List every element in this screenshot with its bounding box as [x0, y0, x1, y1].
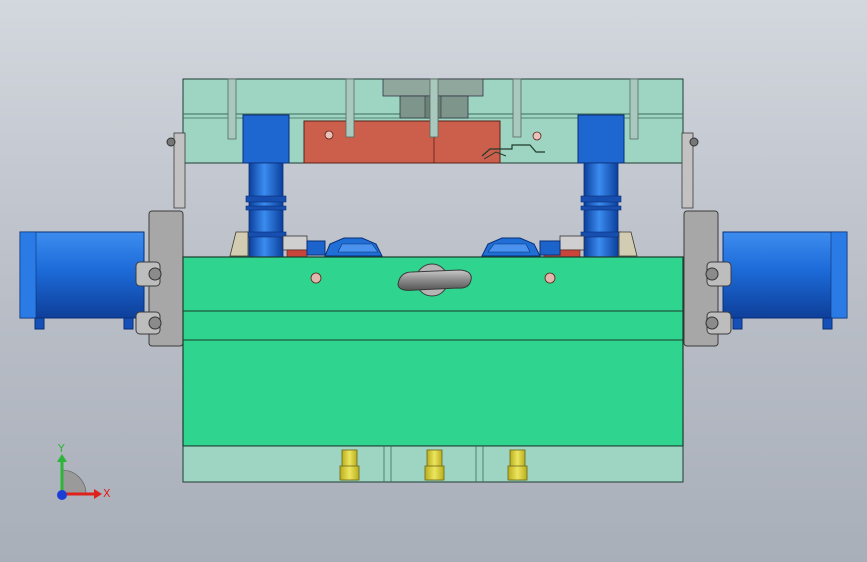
hydraulic-cylinder-right: [722, 231, 848, 330]
cylinder-flange-right: [683, 210, 732, 347]
mold-assembly-drawing: [19, 78, 848, 500]
triad-x-label: X: [103, 487, 111, 500]
z-axis-dot: [57, 490, 67, 500]
guide-pillar-left: [245, 162, 287, 259]
triad-y-label: Y: [58, 442, 65, 455]
latch-arm-left: [166, 132, 186, 209]
cad-viewport[interactable]: Y X: [0, 0, 867, 562]
coordinate-triad: [57, 454, 102, 500]
cylinder-flange-left: [135, 210, 184, 347]
guide-bushing-right: [577, 114, 625, 164]
latch-arm-right: [681, 132, 699, 209]
triad-plane-icon: [61, 469, 87, 495]
hydraulic-cylinder-left: [19, 231, 145, 330]
guide-pillar-right: [580, 162, 622, 259]
guide-bushing-left: [242, 114, 290, 164]
